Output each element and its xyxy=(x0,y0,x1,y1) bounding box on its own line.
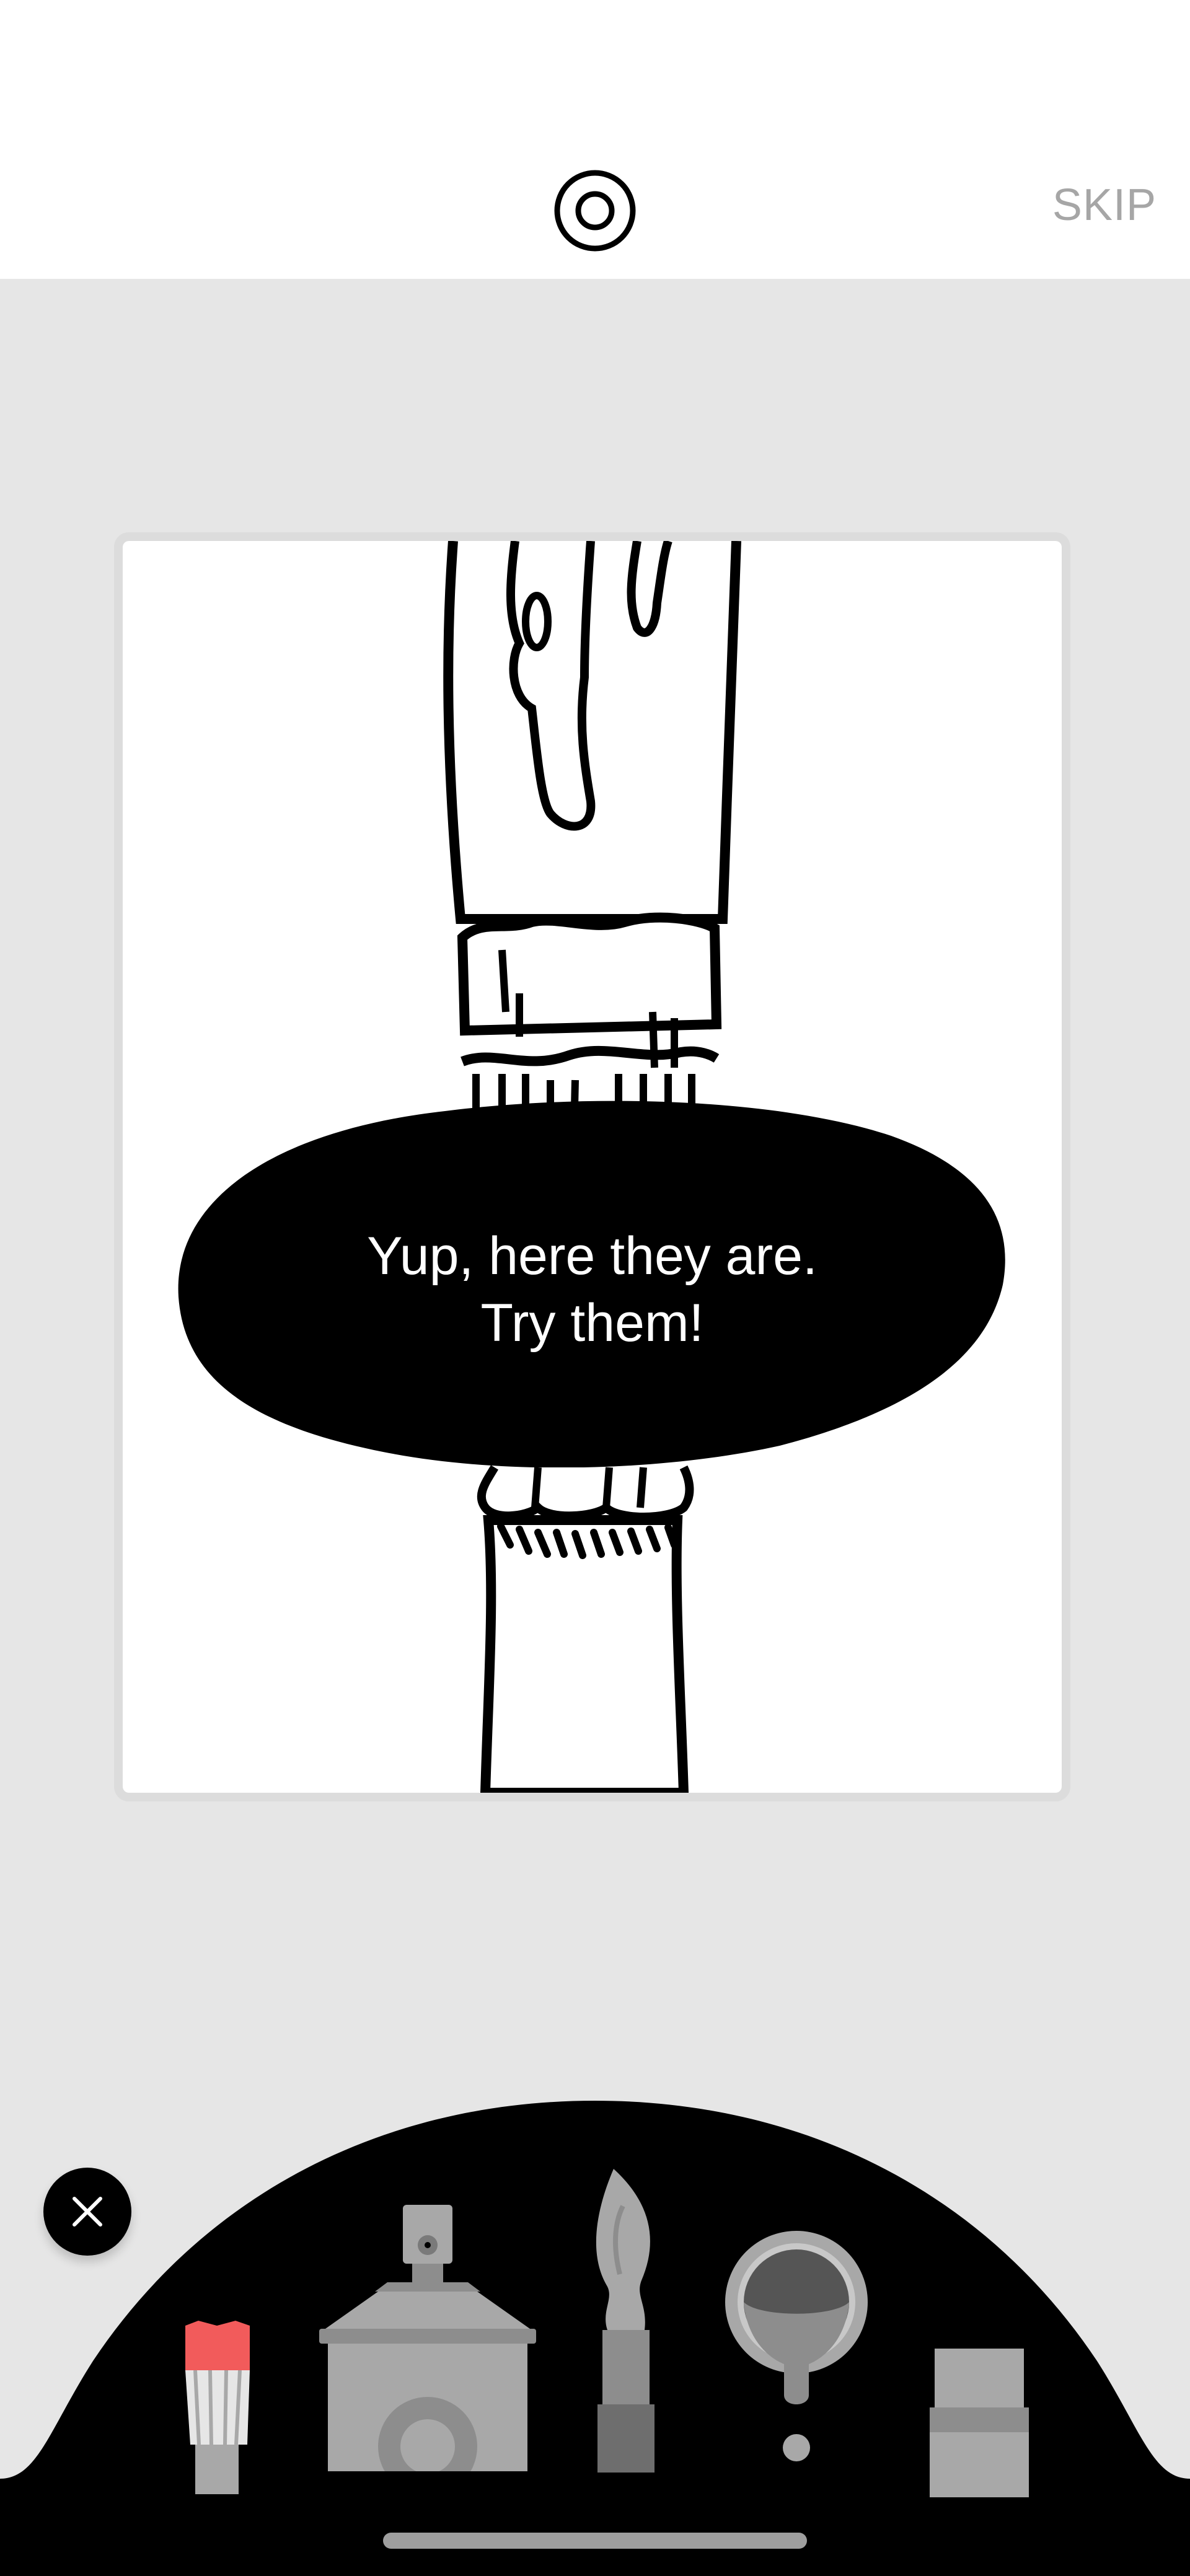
message-line-1: Yup, here they are. xyxy=(367,1226,818,1286)
paint-brush-icon[interactable] xyxy=(589,2169,657,2473)
spray-can-icon[interactable] xyxy=(319,2205,536,2496)
marker-icon[interactable] xyxy=(183,2321,254,2494)
canvas-message: Yup, here they are. Try them! xyxy=(123,1223,1062,1356)
paint-bucket-icon[interactable] xyxy=(722,2231,871,2479)
skip-button[interactable]: SKIP xyxy=(1052,180,1157,231)
eraser-icon[interactable] xyxy=(930,2349,1029,2497)
top-bar: SKIP xyxy=(0,0,1190,279)
paint-brush-illustration xyxy=(178,541,1005,1793)
drawing-canvas[interactable]: Yup, here they are. Try them! xyxy=(123,541,1062,1793)
target-circle-icon[interactable] xyxy=(553,169,637,252)
close-icon xyxy=(73,2197,102,2227)
home-indicator[interactable] xyxy=(383,2533,807,2549)
close-button[interactable] xyxy=(43,2168,131,2256)
tool-tray xyxy=(0,2095,1190,2576)
message-line-2: Try them! xyxy=(480,1293,704,1353)
